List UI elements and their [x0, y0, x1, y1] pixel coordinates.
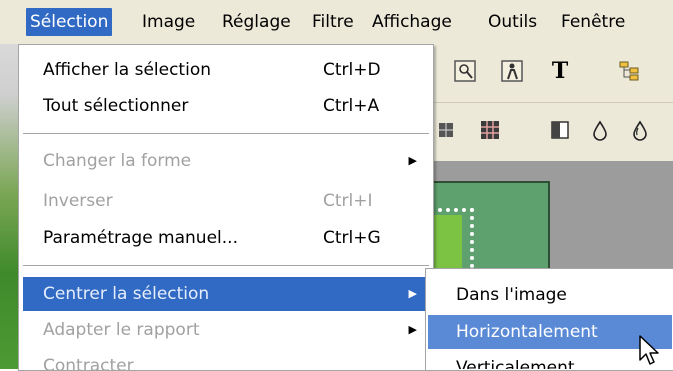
menu-item-label: Changer la forme	[43, 151, 192, 171]
submenu-item-label: Horizontalement	[456, 322, 598, 342]
toolbar-top: T	[425, 44, 673, 103]
menu-bar: Sélection Image Réglage Filtre Affichage…	[0, 0, 673, 45]
submenu-arrow-icon: ▶	[408, 154, 417, 167]
menu-item-label: Paramétrage manuel...	[43, 228, 238, 248]
submenu-arrow-icon: ▶	[408, 323, 417, 336]
mouse-cursor-icon	[639, 335, 659, 365]
menu-item-label: Contracter	[43, 356, 134, 370]
menu-separator	[23, 133, 429, 134]
submenu-item-label: Verticalement	[456, 358, 575, 369]
menu-item-contracter[interactable]: Contracter	[23, 349, 429, 370]
menu-item-shortcut: Ctrl+A	[323, 96, 380, 116]
toolbar-second	[425, 103, 673, 162]
person-icon[interactable]	[497, 56, 527, 86]
menu-item-label: Adapter le rapport	[43, 320, 200, 340]
menu-image[interactable]: Image	[142, 8, 195, 36]
menu-outils[interactable]: Outils	[488, 8, 537, 36]
menu-item-shortcut: Ctrl+I	[323, 191, 373, 211]
menu-separator	[23, 265, 429, 266]
menu-item-centrer-selection[interactable]: Centrer la sélection ▶	[23, 277, 429, 311]
menu-item-label: Tout sélectionner	[43, 96, 189, 116]
menu-item-changer-forme[interactable]: Changer la forme ▶	[23, 144, 429, 178]
menu-item-label: Afficher la sélection	[43, 60, 211, 80]
drop-icon[interactable]	[585, 115, 615, 145]
centrer-submenu: Dans l'image Horizontalement Verticaleme…	[425, 268, 673, 371]
menu-reglage[interactable]: Réglage	[222, 8, 291, 36]
find-icon[interactable]	[450, 56, 480, 86]
menu-item-inverser[interactable]: Inverser Ctrl+I	[23, 184, 429, 218]
submenu-item-dans-image[interactable]: Dans l'image	[428, 278, 672, 312]
grid-dark-icon[interactable]	[475, 115, 505, 145]
left-panel-edge	[0, 44, 18, 369]
menu-item-label: Inverser	[43, 191, 113, 211]
drop-outline-icon[interactable]	[625, 115, 655, 145]
submenu-item-horizontalement[interactable]: Horizontalement	[428, 315, 672, 349]
menu-item-parametrage-manuel[interactable]: Paramétrage manuel... Ctrl+G	[23, 221, 429, 255]
menu-item-tout-selectionner[interactable]: Tout sélectionner Ctrl+A	[23, 89, 429, 123]
menu-fenetre[interactable]: Fenêtre	[561, 8, 625, 36]
text-tool-icon[interactable]: T	[545, 56, 575, 86]
menu-item-adapter-rapport[interactable]: Adapter le rapport ▶	[23, 313, 429, 347]
menu-item-afficher-selection[interactable]: Afficher la sélection Ctrl+D	[23, 53, 429, 87]
selection-menu: Afficher la sélection Ctrl+D Tout sélect…	[18, 44, 434, 371]
pattern-icon[interactable]	[545, 115, 575, 145]
submenu-arrow-icon: ▶	[408, 287, 417, 300]
grid-icon[interactable]	[431, 115, 461, 145]
menu-item-shortcut: Ctrl+D	[323, 60, 381, 80]
menu-item-shortcut: Ctrl+G	[323, 228, 381, 248]
menu-affichage[interactable]: Affichage	[372, 8, 452, 36]
menu-item-label: Centrer la sélection	[43, 284, 210, 304]
menu-selection[interactable]: Sélection	[26, 8, 113, 36]
layers-icon[interactable]	[615, 56, 645, 86]
menu-filtre[interactable]: Filtre	[312, 8, 354, 36]
submenu-item-verticalement[interactable]: Verticalement	[428, 351, 672, 369]
submenu-item-label: Dans l'image	[456, 285, 567, 305]
